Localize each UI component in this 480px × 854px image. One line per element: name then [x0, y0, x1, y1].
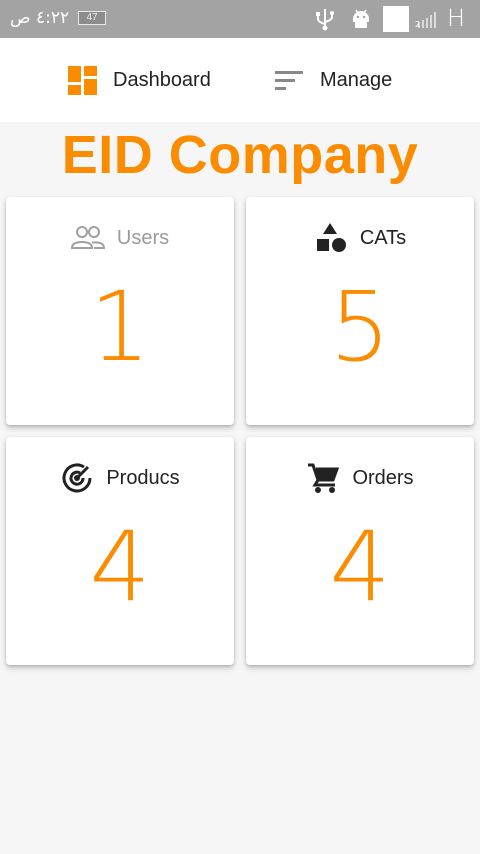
network-type: H: [447, 4, 466, 32]
status-time: ٤:٢٢ ص: [10, 8, 70, 28]
products-count: 4: [89, 511, 151, 623]
cats-count: 5: [329, 271, 391, 383]
signal-icon: 2: [415, 10, 441, 33]
sort-icon: [275, 66, 304, 95]
users-card[interactable]: Users 1: [6, 197, 234, 425]
cats-card[interactable]: CATs 5: [246, 197, 474, 425]
dashboard-icon: [68, 65, 97, 95]
cats-label: CATs: [359, 226, 407, 249]
top-navigation: Dashboard Manage: [0, 38, 480, 122]
svg-text:2: 2: [415, 20, 420, 28]
users-icon: [70, 221, 105, 255]
orders-label: Orders: [352, 466, 414, 489]
company-title: EID Company: [61, 125, 419, 185]
shapes-icon: [314, 221, 348, 255]
users-count: 1: [89, 271, 151, 383]
status-bar: ٤:٢٢ ص 47 2 H: [0, 0, 480, 38]
products-label: Producs: [106, 466, 180, 489]
nav-dashboard-label: Dashboard: [113, 68, 211, 91]
orders-card[interactable]: Orders 4: [246, 437, 474, 665]
nav-manage[interactable]: Manage: [275, 38, 392, 122]
users-label: Users: [116, 226, 170, 249]
nav-manage-label: Manage: [320, 68, 393, 91]
notification-icon: [383, 6, 409, 32]
cart-icon: [306, 461, 340, 495]
usb-icon: [314, 7, 336, 36]
nav-dashboard[interactable]: Dashboard: [68, 38, 211, 122]
android-icon: [350, 7, 372, 36]
products-card[interactable]: Producs 4: [6, 437, 234, 665]
orders-count: 4: [329, 511, 391, 623]
radar-icon: [60, 461, 94, 495]
battery-indicator: 47: [78, 11, 106, 25]
